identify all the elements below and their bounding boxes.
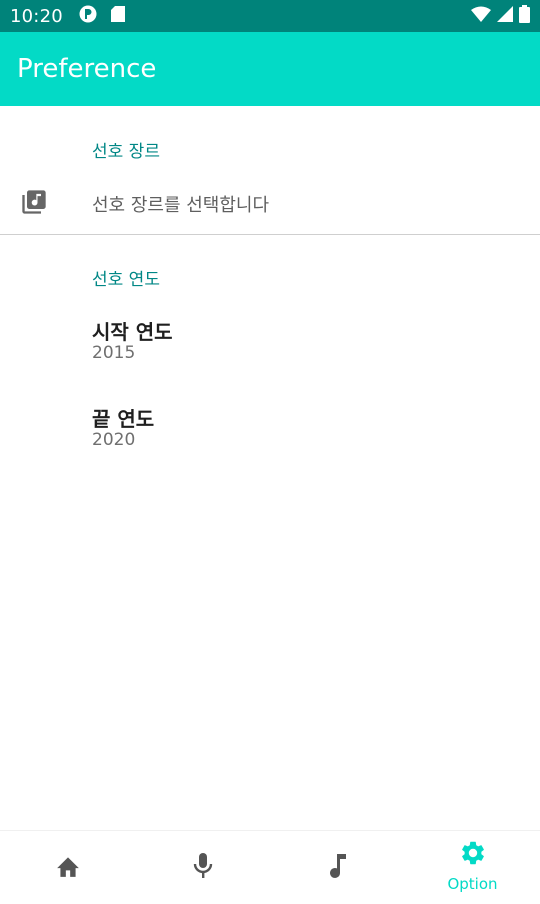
signal-icon [497, 6, 513, 26]
start-year-item[interactable]: 시작 연도 2015 [0, 306, 540, 376]
battery-icon [519, 5, 530, 27]
home-icon [55, 854, 81, 882]
bottom-navigation: Option [0, 830, 540, 904]
nav-item-music[interactable] [270, 831, 405, 904]
gear-icon [459, 839, 487, 871]
notification-app-icon [79, 5, 97, 27]
section-divider [0, 234, 540, 235]
nav-item-home[interactable] [0, 831, 135, 904]
nav-item-option-label: Option [447, 874, 498, 893]
end-year-item[interactable]: 끝 연도 2020 [0, 394, 540, 464]
category-year-title: 선호 연도 [92, 270, 160, 290]
mic-icon [191, 852, 215, 884]
status-bar: 10:20 [0, 0, 540, 32]
wifi-icon [471, 6, 491, 26]
library-music-icon [20, 188, 48, 220]
status-time: 10:20 [10, 5, 63, 27]
music-note-icon [327, 852, 349, 884]
app-bar: Preference [0, 32, 540, 106]
start-year-title: 시작 연도 [92, 320, 173, 344]
page-title: Preference [17, 54, 157, 84]
genre-preference-label: 선호 장르를 선택합니다 [92, 195, 270, 216]
end-year-title: 끝 연도 [92, 407, 155, 431]
sd-card-icon [110, 6, 125, 26]
nav-item-option[interactable]: Option [405, 831, 540, 904]
category-genre-title: 선호 장르 [92, 142, 160, 162]
end-year-value: 2020 [92, 430, 136, 450]
start-year-value: 2015 [92, 343, 136, 363]
genre-preference-item[interactable]: 선호 장르를 선택합니다 [0, 176, 540, 234]
nav-item-mic[interactable] [135, 831, 270, 904]
